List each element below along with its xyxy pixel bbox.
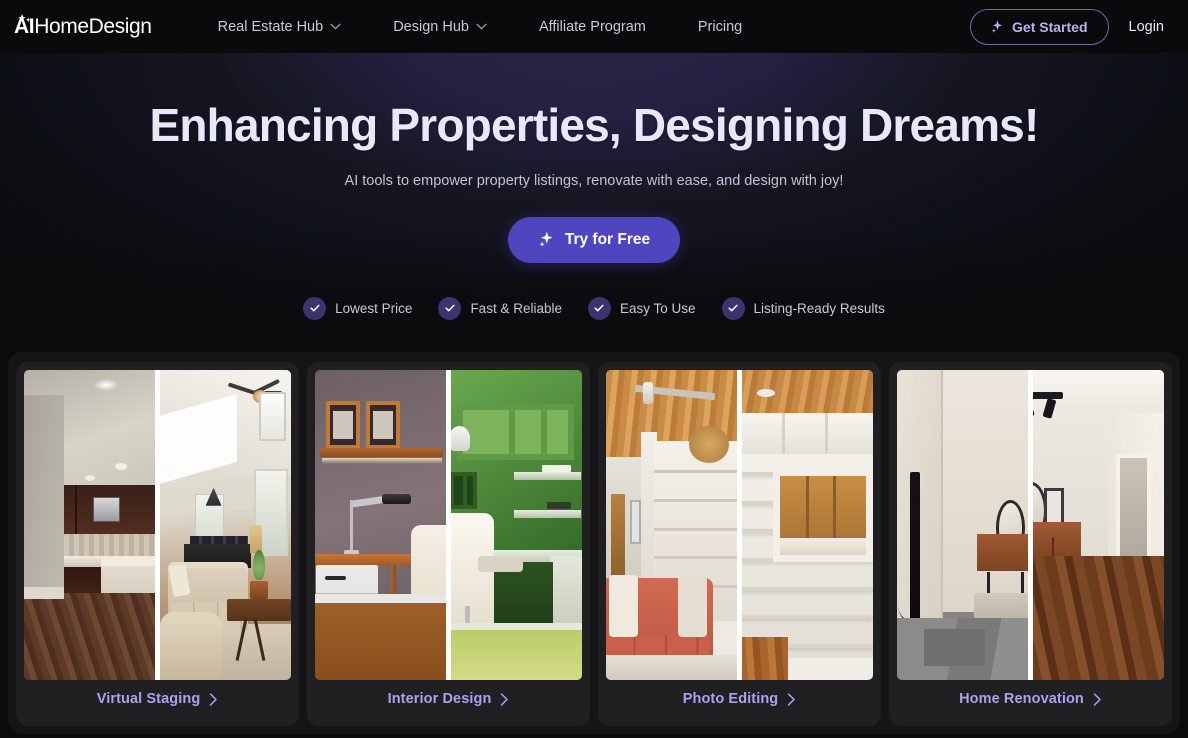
chevron-down-icon (476, 23, 487, 30)
card-label-home-renovation[interactable]: Home Renovation (897, 680, 1164, 718)
after-image (448, 370, 582, 680)
after-image (1030, 370, 1164, 680)
feature-card-photo-editing[interactable]: Photo Editing (598, 362, 881, 726)
feature-badge-label: Fast & Reliable (470, 300, 562, 316)
after-image (739, 370, 873, 680)
card-label-photo-editing[interactable]: Photo Editing (606, 680, 873, 718)
hero-cta-wrapper: Try for Free (0, 216, 1188, 263)
after-image (157, 370, 291, 680)
header-actions: Get Started Login (970, 8, 1172, 45)
nav-item-affiliate-program[interactable]: Affiliate Program (513, 19, 672, 35)
get-started-button[interactable]: Get Started (970, 8, 1109, 45)
feature-card-virtual-staging[interactable]: Virtual Staging (16, 362, 299, 726)
logo[interactable]: AIHomeDesign (14, 14, 152, 37)
nav-label: Pricing (697, 18, 743, 35)
card-label-interior-design[interactable]: Interior Design (315, 680, 582, 718)
nav-item-pricing[interactable]: Pricing (672, 19, 768, 35)
logo-text: AIHomeDesign (14, 16, 152, 37)
nav-label: Design Hub (393, 18, 469, 35)
before-after-image-home-renovation (897, 370, 1164, 680)
hero-subtitle: AI tools to empower property listings, r… (344, 172, 844, 189)
nav-item-real-estate-hub[interactable]: Real Estate Hub (192, 19, 368, 35)
nav-label: Affiliate Program (538, 18, 646, 35)
before-after-image-photo-editing (606, 370, 873, 680)
chevron-right-icon (501, 692, 509, 706)
before-after-divider[interactable] (155, 370, 160, 680)
feature-badge-listing-ready-results: Listing-Ready Results (721, 296, 885, 320)
card-label-text: Virtual Staging (96, 691, 201, 707)
site-header: AIHomeDesign Real Estate Hub Design Hub … (0, 0, 1188, 53)
feature-card-interior-design[interactable]: Interior Design (307, 362, 590, 726)
before-image (315, 370, 449, 680)
hero-content: Enhancing Properties, Designing Dreams! … (0, 99, 1188, 320)
nav-label: Real Estate Hub (217, 18, 324, 35)
card-label-virtual-staging[interactable]: Virtual Staging (24, 680, 291, 718)
before-image (606, 370, 740, 680)
feature-badge-easy-to-use: Easy To Use (587, 296, 696, 320)
feature-cards-container: Virtual Staging Interior Design Photo Ed… (8, 352, 1180, 734)
check-icon (721, 296, 745, 320)
check-icon (587, 296, 611, 320)
sparkle-icon (991, 20, 1003, 33)
card-label-text: Home Renovation (959, 691, 1084, 707)
feature-badges: Lowest Price Fast & Reliable Easy To Use (0, 296, 1188, 320)
logo-text-rest: HomeDesign (34, 15, 152, 38)
before-after-image-virtual-staging (24, 370, 291, 680)
feature-badge-label: Lowest Price (335, 300, 413, 316)
before-image (24, 370, 158, 680)
landing-page: AIHomeDesign Real Estate Hub Design Hub … (0, 0, 1188, 738)
get-started-label: Get Started (1012, 18, 1088, 35)
sparkle-icon (539, 231, 553, 247)
nav-item-design-hub[interactable]: Design Hub (367, 19, 513, 35)
main-navigation: Real Estate Hub Design Hub Affiliate Pro… (192, 19, 769, 35)
before-after-divider[interactable] (446, 370, 451, 680)
feature-badge-label: Listing-Ready Results (753, 300, 885, 316)
chevron-right-icon (210, 692, 218, 706)
before-after-divider[interactable] (737, 370, 742, 680)
before-image (897, 370, 1031, 680)
try-for-free-button[interactable]: Try for Free (507, 216, 681, 263)
card-label-text: Interior Design (387, 691, 492, 707)
feature-card-home-renovation[interactable]: Home Renovation (889, 362, 1172, 726)
feature-badge-lowest-price: Lowest Price (303, 296, 413, 320)
login-link[interactable]: Login (1121, 19, 1172, 35)
chevron-right-icon (788, 692, 796, 706)
chevron-down-icon (330, 23, 341, 30)
before-after-image-interior-design (315, 370, 582, 680)
try-for-free-label: Try for Free (564, 230, 651, 248)
card-label-text: Photo Editing (682, 691, 779, 707)
sparkle-icon (18, 14, 31, 23)
feature-badge-fast-reliable: Fast & Reliable (438, 296, 562, 320)
check-icon (438, 296, 462, 320)
page-title: Enhancing Properties, Designing Dreams! (149, 99, 1039, 151)
chevron-right-icon (1093, 692, 1101, 706)
before-after-divider[interactable] (1028, 370, 1033, 680)
check-icon (303, 296, 327, 320)
hero-section: Enhancing Properties, Designing Dreams! … (0, 53, 1188, 353)
feature-badge-label: Easy To Use (619, 300, 696, 316)
